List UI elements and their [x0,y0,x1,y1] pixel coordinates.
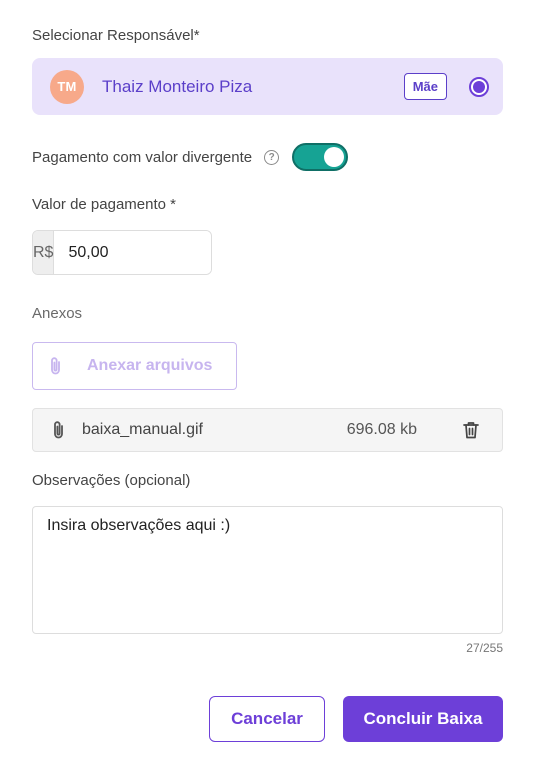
responsible-option-card[interactable]: TM Thaiz Monteiro Piza Mãe [32,58,503,115]
divergent-payment-row: Pagamento com valor divergente ? [32,143,349,171]
question-circle-icon[interactable]: ? [264,149,280,165]
avatar: TM [50,69,84,104]
attachment-item: baixa_manual.gif 696.08 kb [32,408,503,452]
attachment-filesize: 696.08 kb [346,421,417,438]
toggle-knob [324,147,345,167]
payment-value-input[interactable] [54,231,211,274]
notes-character-counter: 27/255 [466,641,503,655]
attach-files-label: Anexar arquivos [87,357,213,374]
cancel-button[interactable]: Cancelar [209,696,325,742]
currency-prefix: R$ [33,231,55,274]
payment-value-label: Valor de pagamento * [32,196,176,213]
paperclip-icon [50,420,68,440]
attachment-filename: baixa_manual.gif [82,421,203,438]
trash-icon[interactable] [461,420,481,440]
divergent-payment-toggle[interactable] [292,143,349,171]
attachments-label: Anexos [32,305,83,322]
relation-tag: Mãe [403,73,447,100]
confirm-settlement-button[interactable]: Concluir Baixa [343,696,503,742]
radio-selected-dot [473,80,485,93]
payment-settlement-panel: Selecionar Responsável* TM Thaiz Monteir… [0,0,535,775]
payment-value-field: R$ [32,230,212,275]
notes-textarea[interactable]: Insira observações aqui :) [32,506,503,634]
responsible-radio[interactable] [469,76,489,97]
attach-files-button[interactable]: Anexar arquivos [32,342,237,390]
paperclip-icon [47,356,65,376]
responsible-name: Thaiz Monteiro Piza [102,76,253,96]
notes-label: Observações (opcional) [32,472,191,489]
divergent-payment-label: Pagamento com valor divergente [32,148,253,166]
responsible-label: Selecionar Responsável* [32,27,200,44]
